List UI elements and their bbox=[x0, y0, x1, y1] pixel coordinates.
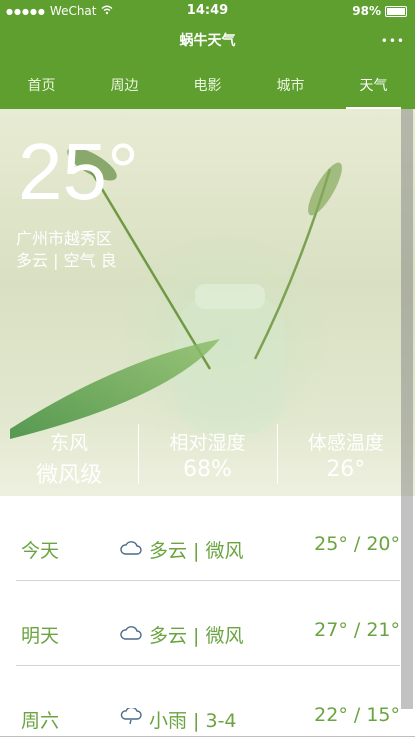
status-right: 98% bbox=[352, 4, 407, 18]
location-label: 广州市越秀区 bbox=[16, 229, 113, 248]
tab-movies[interactable]: 电影 bbox=[166, 64, 249, 109]
forecast-temp-range: 27° / 21° bbox=[314, 619, 400, 641]
title-bar: 蜗牛天气 ••• bbox=[0, 22, 415, 64]
stat-wind: 东风 微风级 bbox=[0, 424, 138, 496]
forecast-row[interactable]: 明天 多云 | 微风 27° / 21° bbox=[16, 581, 400, 666]
stat-feels-like: 体感温度 26° bbox=[276, 424, 415, 496]
forecast-day: 周六 bbox=[21, 710, 60, 732]
current-temperature: 25° bbox=[18, 127, 139, 216]
weather-stats: 东风 微风级 相对湿度 68% 体感温度 26° bbox=[0, 424, 415, 496]
more-menu-button[interactable]: ••• bbox=[381, 34, 405, 48]
tab-nearby[interactable]: 周边 bbox=[83, 64, 166, 109]
tab-city[interactable]: 城市 bbox=[249, 64, 332, 109]
forecast-temp-range: 25° / 20° bbox=[314, 533, 400, 555]
forecast-list: 今天 多云 | 微风 25° / 20° 明天 多云 | 微风 27° / 21… bbox=[0, 496, 400, 750]
forecast-temp-range: 22° / 15° bbox=[314, 704, 400, 726]
stat-wind-value: 微风级 bbox=[36, 463, 103, 488]
forecast-day: 明天 bbox=[21, 625, 60, 647]
forecast-condition-text: 多云 | 微风 bbox=[149, 625, 244, 647]
cloud-icon bbox=[119, 539, 143, 561]
stat-feels-like-value: 26° bbox=[326, 457, 366, 482]
cloud-icon bbox=[119, 624, 143, 646]
battery-icon bbox=[385, 5, 407, 17]
tab-weather[interactable]: 天气 bbox=[332, 64, 415, 109]
stat-wind-label: 东风 bbox=[50, 432, 89, 454]
status-bar: ●●●●● WeChat 14:49 98% bbox=[0, 0, 415, 22]
forecast-condition-text: 多云 | 微风 bbox=[149, 540, 244, 562]
app-title: 蜗牛天气 bbox=[179, 33, 236, 49]
battery-percent: 98% bbox=[352, 4, 381, 18]
tab-bar: 首页 周边 电影 城市 天气 bbox=[0, 64, 415, 109]
forecast-row[interactable]: 今天 多云 | 微风 25° / 20° bbox=[16, 496, 400, 581]
weather-summary: 多云 | 空气 良 bbox=[16, 251, 117, 270]
forecast-row[interactable]: 周六 小雨 | 3-4 22° / 15° bbox=[16, 666, 400, 750]
stat-humidity-value: 68% bbox=[183, 457, 232, 482]
scrollbar[interactable] bbox=[401, 109, 413, 709]
forecast-condition: 多云 | 微风 bbox=[119, 536, 243, 563]
forecast-day: 今天 bbox=[21, 540, 60, 562]
forecast-condition-text: 小雨 | 3-4 bbox=[149, 710, 237, 732]
weather-hero: 25° 广州市越秀区 多云 | 空气 良 东风 微风级 相对湿度 68% 体感温… bbox=[0, 109, 415, 496]
tab-home[interactable]: 首页 bbox=[0, 64, 83, 109]
forecast-condition: 多云 | 微风 bbox=[119, 621, 243, 648]
rain-icon bbox=[119, 706, 143, 731]
forecast-condition: 小雨 | 3-4 bbox=[119, 706, 237, 733]
stat-feels-like-label: 体感温度 bbox=[307, 432, 384, 454]
stat-humidity-label: 相对湿度 bbox=[169, 432, 246, 454]
stat-humidity: 相对湿度 68% bbox=[138, 424, 276, 496]
